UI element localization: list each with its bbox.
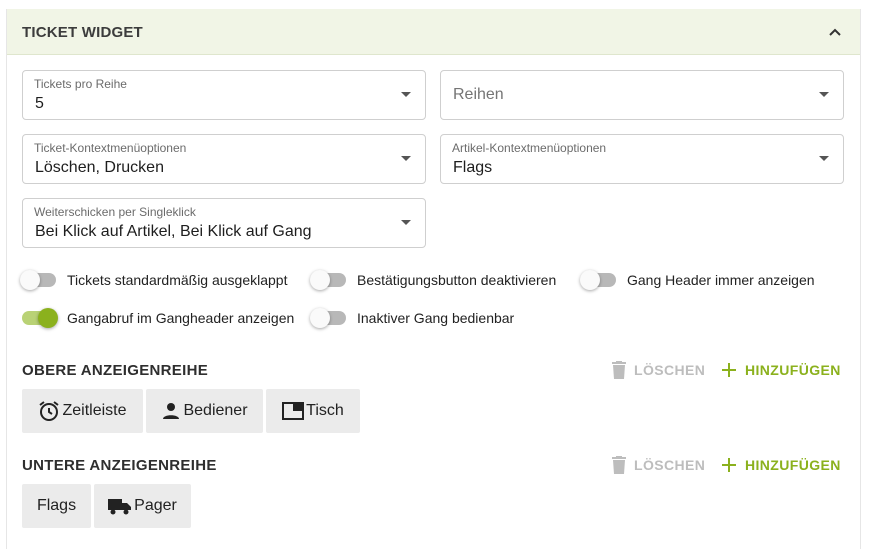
dropdown-arrow-icon[interactable] [819,156,829,161]
dropdown-arrow-icon[interactable] [401,220,411,225]
toggle-knob[interactable] [38,308,58,328]
trash-icon [612,456,626,474]
artikel-menu-select[interactable]: Artikel-Kontextmenüoptionen Flags [440,134,844,184]
chip-label: Zeitleiste [62,402,127,419]
chip-label: Tisch [306,402,344,419]
chip-tisch[interactable]: Tisch [266,389,360,433]
person-icon [163,403,180,419]
field-value: Flags [453,159,493,176]
upper-row-title: OBERE ANZEIGENREIHE [22,362,209,379]
field-value: 5 [35,95,44,112]
plus-icon [722,458,736,472]
add-label: HINZUFÜGEN [745,362,841,378]
truck-icon [108,499,132,515]
chip-zeitleiste[interactable]: Zeitleiste [22,389,143,433]
toggle-label: Inaktiver Gang bedienbar [357,310,515,326]
chip-bediener[interactable]: Bediener [146,389,263,433]
field-label: Ticket-Kontextmenüoptionen [34,141,187,155]
lower-add-button[interactable]: HINZUFÜGEN [722,455,841,475]
field-value: Löschen, Drucken [35,159,164,176]
toggle-knob[interactable] [310,308,330,328]
lower-delete-button[interactable]: LÖSCHEN [612,455,705,475]
trash-icon [612,361,626,379]
field-placeholder: Reihen [453,86,504,103]
table-window-icon [282,402,305,420]
toggle-label: Bestätigungsbutton deaktivieren [357,272,557,288]
chip-label: Pager [134,497,177,514]
upper-delete-button[interactable]: LÖSCHEN [612,360,705,380]
singleklick-select[interactable]: Weiterschicken per Singleklick Bei Klick… [22,198,426,248]
field-label: Weiterschicken per Singleklick [34,205,196,219]
ticket-menu-select[interactable]: Ticket-Kontextmenüoptionen Löschen, Druc… [22,134,426,184]
lower-row-title: UNTERE ANZEIGENREIHE [22,457,217,474]
field-label: Artikel-Kontextmenüoptionen [452,141,607,155]
toggle-knob[interactable] [580,270,600,290]
upper-add-button[interactable]: HINZUFÜGEN [722,360,841,380]
toggle-label: Tickets standardmäßig ausgeklappt [67,272,288,288]
chip-label: Bediener [183,402,248,419]
alarm-clock-icon [39,401,60,421]
chevron-up-icon[interactable] [828,25,842,39]
chip-flags[interactable]: Flags [22,484,91,528]
panel-header[interactable]: TICKET WIDGET [7,9,860,55]
toggle-knob[interactable] [310,270,330,290]
toggle-label: Gang Header immer anzeigen [627,272,815,288]
field-label: Tickets pro Reihe [34,77,127,91]
plus-icon [722,363,736,377]
panel-title: TICKET WIDGET [22,24,143,41]
add-label: HINZUFÜGEN [745,457,841,473]
toggle-label: Gangabruf im Gangheader anzeigen [67,310,295,326]
field-value: Bei Klick auf Artikel, Bei Klick auf Gan… [35,223,312,240]
tickets-pro-reihe-select[interactable]: Tickets pro Reihe 5 [22,70,426,120]
delete-label: LÖSCHEN [634,457,706,473]
delete-label: LÖSCHEN [634,362,706,378]
dropdown-arrow-icon[interactable] [819,92,829,97]
chip-label: Flags [36,497,77,514]
toggle-knob[interactable] [20,270,40,290]
reihen-select[interactable]: Reihen [440,70,844,120]
dropdown-arrow-icon[interactable] [401,92,411,97]
chip-pager[interactable]: Pager [94,484,191,528]
dropdown-arrow-icon[interactable] [401,156,411,161]
